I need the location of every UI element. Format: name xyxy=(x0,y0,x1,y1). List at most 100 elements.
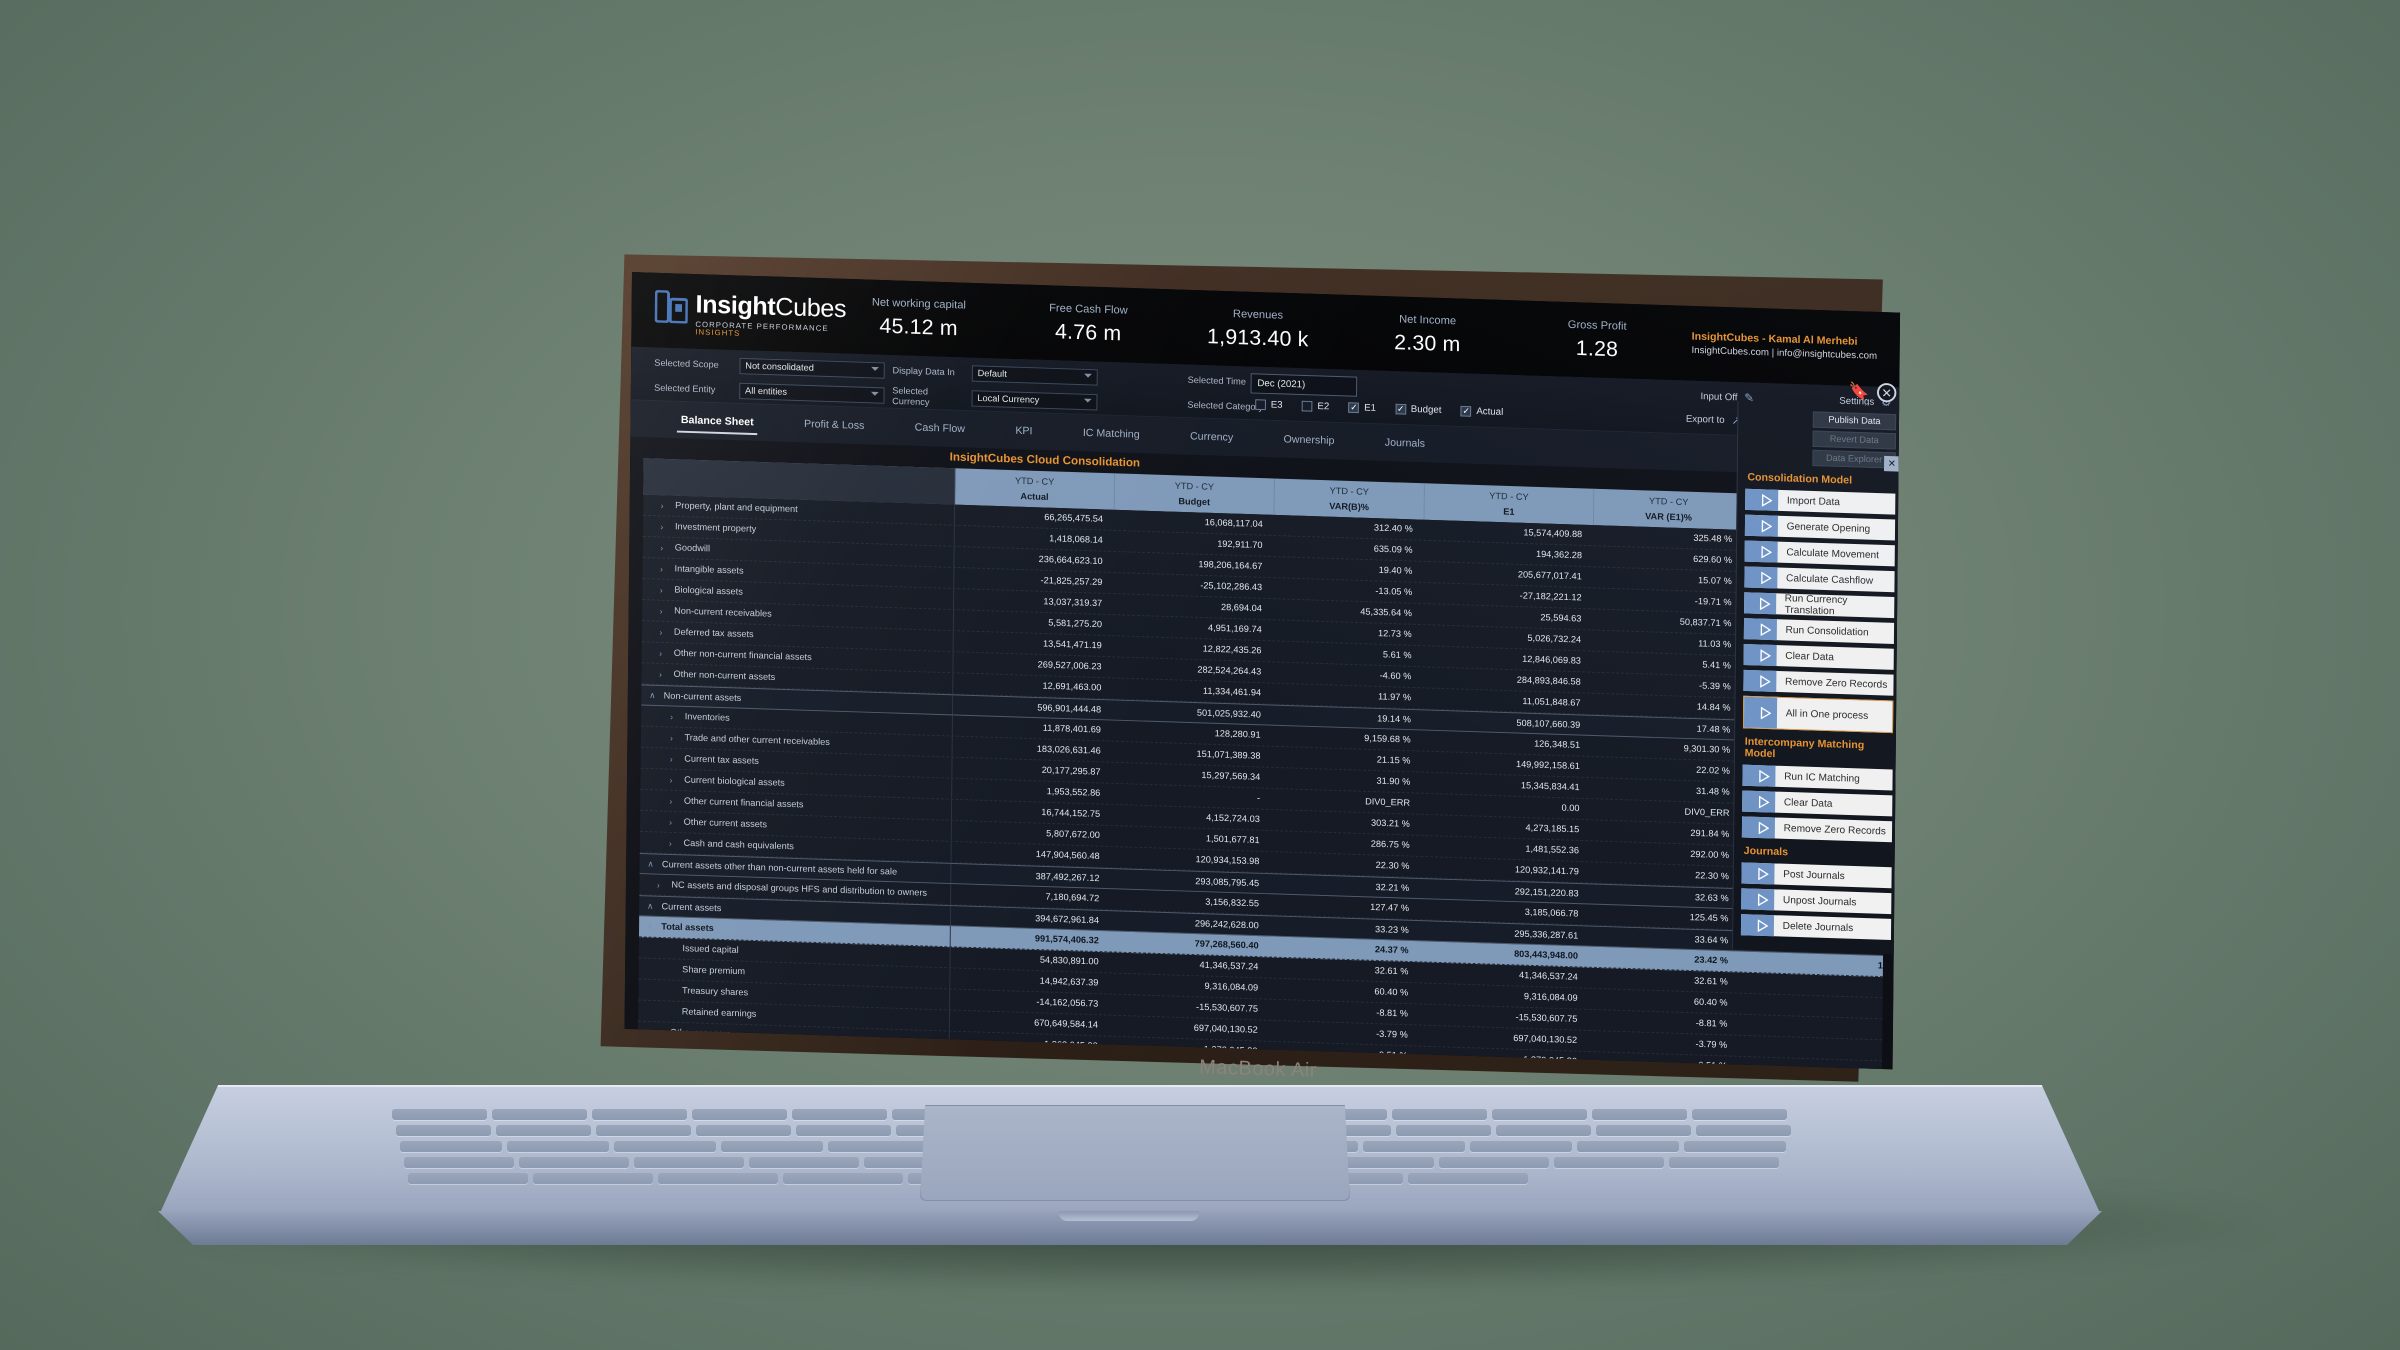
keyboard-key[interactable] xyxy=(492,1109,587,1120)
action-button[interactable]: Import Data xyxy=(1745,488,1896,515)
checkbox-icon[interactable] xyxy=(1255,399,1266,411)
table-cell[interactable]: 596,901,444.48 xyxy=(953,700,1113,716)
checkbox-icon[interactable]: ✓ xyxy=(1395,403,1407,415)
keyboard-key[interactable] xyxy=(507,1141,609,1152)
checkbox-icon[interactable] xyxy=(1301,400,1313,412)
keyboard-key[interactable] xyxy=(783,1173,903,1184)
table-cell[interactable]: 32.61 % xyxy=(1270,962,1420,978)
keyboard-key[interactable] xyxy=(749,1157,859,1168)
table-cell[interactable]: 697,040,130.52 xyxy=(1110,1020,1270,1036)
action-button[interactable]: Remove Zero Records xyxy=(1741,816,1893,843)
table-cell[interactable]: 635.09 % xyxy=(1274,541,1424,556)
table-cell[interactable]: -3.79 % xyxy=(1269,1026,1419,1041)
table-cell[interactable]: 9,316,084.09 xyxy=(1110,978,1270,994)
category-checkbox[interactable]: ✓ Budget xyxy=(1395,403,1442,416)
bookmark-icon[interactable]: 🔖 xyxy=(1849,382,1870,402)
category-checkbox[interactable]: E3 xyxy=(1255,399,1283,411)
table-cell[interactable]: 25,594.63 xyxy=(1424,609,1594,625)
table-cell[interactable]: 11.97 % xyxy=(1273,688,1423,704)
table-cell[interactable]: 32.63 % xyxy=(1590,889,1740,904)
chevron-right-icon[interactable]: › xyxy=(670,712,679,722)
table-cell[interactable]: 128,280.91 xyxy=(1113,725,1273,741)
keyboard-key[interactable] xyxy=(592,1109,687,1120)
table-cell[interactable]: 147,904,560.48 xyxy=(952,847,1112,863)
table-cell[interactable]: -25,102,286.43 xyxy=(1114,578,1274,594)
table-cell[interactable]: 32.61 % xyxy=(1589,973,1739,988)
table-cell[interactable]: -3.79 % xyxy=(1589,1036,1739,1051)
table-cell[interactable]: 66,265,475.54 xyxy=(955,509,1115,525)
table-cell[interactable]: 5.61 % xyxy=(1273,646,1423,661)
table-cell[interactable]: 727,624,101.70 xyxy=(949,1058,1109,1070)
keyboard-key[interactable] xyxy=(792,1109,887,1120)
keyboard-key[interactable] xyxy=(404,1157,514,1168)
table-cell[interactable]: 32.21 % xyxy=(1271,878,1421,894)
table-cell[interactable]: 28,694.04 xyxy=(1114,599,1274,615)
table-cell[interactable]: 4,152,724.03 xyxy=(1112,810,1272,826)
keyboard-key[interactable] xyxy=(396,1125,491,1136)
keyboard-key[interactable] xyxy=(1392,1109,1487,1120)
table-cell[interactable]: 5,026,732.24 xyxy=(1423,630,1593,646)
table-cell[interactable]: 286.75 % xyxy=(1271,836,1421,851)
table-cell[interactable]: 295,336,287.61 xyxy=(1420,925,1590,941)
action-button[interactable]: Calculate Movement xyxy=(1744,540,1895,567)
table-cell[interactable]: 183,026,631.46 xyxy=(953,741,1113,757)
table-cell[interactable]: 11,334,461.94 xyxy=(1113,683,1273,699)
keyboard-key[interactable] xyxy=(408,1173,528,1184)
table-cell[interactable]: 127.47 % xyxy=(1271,899,1421,914)
table-cell[interactable]: -13.05 % xyxy=(1274,583,1424,598)
settings-close-icon[interactable]: ✕ xyxy=(1883,455,1900,472)
table-cell[interactable]: 4,273,185.15 xyxy=(1421,820,1591,836)
keyboard-key[interactable] xyxy=(1692,1109,1787,1120)
table-cell[interactable]: 50,837.71 % xyxy=(1593,614,1743,629)
action-button[interactable]: Run Consolidation xyxy=(1743,618,1895,644)
category-checkbox[interactable]: ✓ Actual xyxy=(1460,405,1503,418)
table-cell[interactable]: -0.51 % xyxy=(1589,1057,1739,1069)
table-cell[interactable]: 3,156,832.55 xyxy=(1111,894,1271,910)
table-cell[interactable]: 13,037,319.37 xyxy=(954,594,1114,610)
keyboard-key[interactable] xyxy=(1696,1125,1791,1136)
table-cell[interactable]: 22.30 % xyxy=(1271,857,1421,872)
chevron-up-icon[interactable]: ∧ xyxy=(646,1048,655,1059)
table-cell[interactable]: 54,830,891.00 xyxy=(951,952,1111,968)
action-button[interactable]: Remove Zero Records xyxy=(1743,669,1894,696)
column-header[interactable]: YTD - CY Actual xyxy=(955,468,1116,510)
table-cell[interactable]: 149,992,158.61 xyxy=(1422,756,1592,772)
table-cell[interactable]: 19.14 % xyxy=(1272,710,1422,725)
table-cell[interactable]: 41,346,537.24 xyxy=(1420,967,1590,983)
table-cell[interactable]: 20,177,295.87 xyxy=(952,762,1112,778)
table-cell[interactable]: 120,934,153.98 xyxy=(1111,852,1271,868)
chevron-right-icon[interactable]: › xyxy=(670,775,679,785)
keyboard[interactable] xyxy=(392,1095,1872,1184)
selected-currency-select[interactable]: Local Currency xyxy=(971,390,1098,411)
keyboard-key[interactable] xyxy=(1408,1173,1528,1184)
table-cell[interactable]: -15,530,607.75 xyxy=(1420,1009,1590,1025)
table-cell[interactable] xyxy=(1739,1004,1894,1009)
table-cell[interactable]: 11.03 % xyxy=(1593,635,1743,651)
table-cell[interactable]: -15,530,607.75 xyxy=(1110,999,1270,1015)
keyboard-key[interactable] xyxy=(1470,1141,1572,1152)
column-header[interactable]: YTD - CY E1 xyxy=(1424,483,1595,526)
tab-balance-sheet[interactable]: Balance Sheet xyxy=(656,401,779,441)
chevron-right-icon[interactable]: › xyxy=(659,648,668,658)
table-cell[interactable]: 9,301.30 % xyxy=(1592,741,1742,756)
table-cell[interactable]: 9,316,084.09 xyxy=(1420,988,1590,1004)
chevron-right-icon[interactable]: › xyxy=(669,817,678,827)
table-cell[interactable]: 1,481,552.36 xyxy=(1421,841,1591,857)
action-button[interactable]: Run IC Matching xyxy=(1742,764,1893,791)
export-to-row[interactable]: Export to ↗ ▾ xyxy=(1579,404,1754,433)
table-cell[interactable]: -8.81 % xyxy=(1270,1004,1420,1020)
table-cell[interactable]: 501,025,932.40 xyxy=(1113,705,1273,721)
chevron-right-icon[interactable]: › xyxy=(660,522,669,532)
table-cell[interactable]: 670,649,584.14 xyxy=(950,1015,1110,1031)
keyboard-key[interactable] xyxy=(796,1125,891,1136)
tab-journals[interactable]: Journals xyxy=(1359,424,1450,463)
chevron-right-icon[interactable]: › xyxy=(669,796,678,806)
keyboard-key[interactable] xyxy=(692,1109,787,1120)
table-cell[interactable]: 16,744,152.75 xyxy=(952,805,1112,821)
table-cell[interactable]: 60.40 % xyxy=(1270,983,1420,999)
table-cell[interactable]: 4,951,169.74 xyxy=(1114,620,1274,636)
keyboard-key[interactable] xyxy=(696,1125,791,1136)
table-cell[interactable]: 41,346,537.24 xyxy=(1110,957,1270,973)
table-cell[interactable]: 15.07 % xyxy=(1593,572,1743,587)
table-cell[interactable]: 303.21 % xyxy=(1271,815,1421,830)
